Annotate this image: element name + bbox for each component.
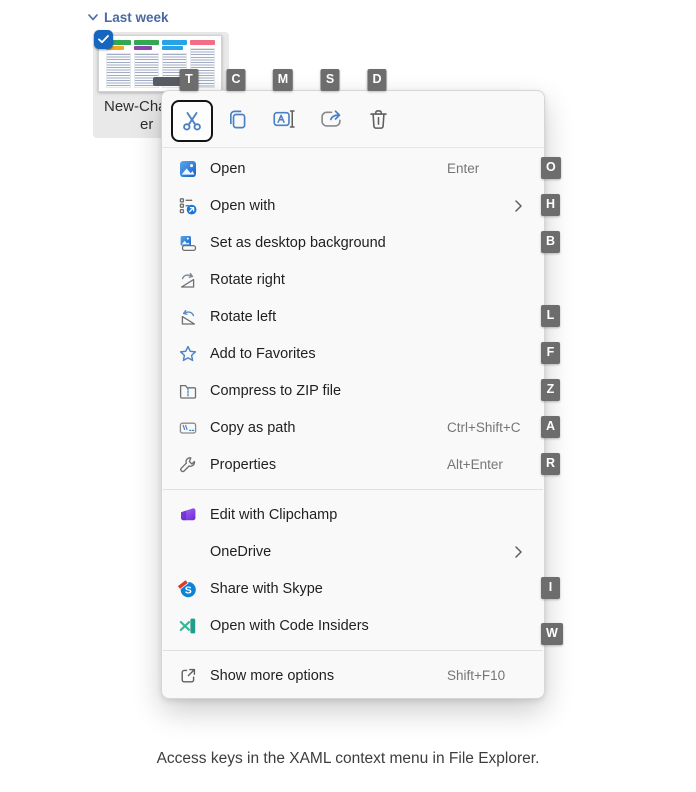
menu-item-compress-zip[interactable]: Compress to ZIP file — [162, 372, 544, 409]
group-header-label: Last week — [104, 10, 169, 25]
menu-item-rotate-left[interactable]: Rotate left — [162, 298, 544, 335]
photo-icon — [178, 159, 198, 179]
access-key-badge-R: R — [541, 453, 561, 475]
access-key-badge-W: W — [541, 623, 563, 645]
chevron-down-icon — [88, 14, 98, 21]
desktop-background-icon — [178, 233, 198, 253]
context-menu-items: Open Enter Open with Set as desktop backgro… — [162, 148, 544, 698]
file-name-line2: er — [140, 116, 154, 133]
access-key-badge-D: D — [367, 69, 387, 91]
rename-button[interactable] — [265, 100, 303, 138]
access-key-badge-L: L — [541, 305, 560, 327]
access-key-badge-A: A — [541, 416, 561, 438]
menu-item-label: Open with — [210, 197, 276, 214]
copy-icon — [225, 107, 250, 132]
menu-item-label: Edit with Clipchamp — [210, 506, 338, 523]
command-bar — [162, 91, 544, 148]
rename-icon — [271, 106, 297, 132]
file-explorer-canvas: Last week New-Cha er Open Enter Open with S… — [0, 0, 696, 792]
menu-separator — [163, 489, 543, 490]
menu-item-rotate-right[interactable]: Rotate right — [162, 261, 544, 298]
access-key-badge-Z: Z — [541, 379, 560, 401]
code-insiders-icon — [178, 616, 198, 636]
caption-text: Access keys in the XAML context menu in … — [156, 750, 540, 767]
selected-check-icon — [94, 30, 113, 49]
skype-icon: S — [178, 578, 198, 599]
access-key-badge-F: F — [541, 342, 560, 364]
share-icon — [318, 106, 344, 132]
menu-item-label: Open with Code Insiders — [210, 617, 369, 634]
menu-item-label: Open — [210, 160, 246, 177]
access-key-badge-S: S — [320, 69, 340, 91]
access-key-badge-T: T — [179, 69, 199, 91]
menu-separator — [163, 650, 543, 651]
scissors-icon — [179, 108, 205, 134]
menu-item-shortcut: Alt+Enter — [447, 457, 503, 472]
menu-item-shortcut: Enter — [447, 161, 480, 176]
menu-item-copy-as-path[interactable]: Copy as path Ctrl+Shift+C — [162, 409, 544, 446]
access-key-badge-C: C — [226, 69, 246, 91]
copy-path-icon — [178, 418, 198, 438]
menu-item-label: Rotate left — [210, 308, 277, 325]
menu-item-onedrive[interactable]: OneDrive — [162, 533, 544, 570]
star-icon — [178, 344, 198, 364]
menu-item-shortcut: Ctrl+Shift+C — [447, 420, 521, 435]
menu-item-properties[interactable]: Properties Alt+Enter — [162, 446, 544, 483]
copy-button[interactable] — [218, 100, 256, 138]
share-button[interactable] — [312, 100, 350, 138]
access-key-badge-B: B — [541, 231, 561, 253]
menu-item-label: Rotate right — [210, 271, 285, 288]
delete-button[interactable] — [359, 100, 397, 138]
clipchamp-icon — [178, 505, 198, 525]
wrench-icon — [178, 455, 198, 475]
no-icon — [178, 542, 198, 562]
submenu-chevron-icon — [514, 199, 523, 213]
menu-item-label: Properties — [210, 456, 277, 473]
zip-folder-icon — [178, 381, 198, 401]
cut-button[interactable] — [171, 100, 213, 142]
access-key-badge-O: O — [541, 157, 561, 179]
access-key-badge-H: H — [541, 194, 561, 216]
menu-item-label: Share with Skype — [210, 580, 323, 597]
menu-item-label: Set as desktop background — [210, 234, 386, 251]
rotate-right-icon — [178, 270, 198, 290]
menu-item-open-code-insiders[interactable]: Open with Code Insiders — [162, 607, 544, 644]
context-menu: Open Enter Open with Set as desktop backgro… — [161, 90, 545, 699]
file-name-line1: New-Cha — [104, 98, 167, 115]
menu-item-show-more-options[interactable]: Show more options Shift+F10 — [162, 657, 544, 694]
submenu-chevron-icon — [514, 545, 523, 559]
delete-icon — [366, 107, 391, 132]
rotate-left-icon — [178, 307, 198, 327]
menu-item-label: Compress to ZIP file — [210, 382, 342, 399]
open-with-icon — [178, 196, 198, 216]
show-more-icon — [178, 666, 198, 686]
menu-item-label: Show more options — [210, 667, 335, 684]
menu-item-shortcut: Shift+F10 — [447, 668, 506, 683]
menu-item-set-desktop-background[interactable]: Set as desktop background — [162, 224, 544, 261]
menu-item-label: Copy as path — [210, 419, 296, 436]
menu-item-edit-clipchamp[interactable]: Edit with Clipchamp — [162, 496, 544, 533]
menu-item-open[interactable]: Open Enter — [162, 150, 544, 187]
menu-item-open-with[interactable]: Open with — [162, 187, 544, 224]
group-header-last-week[interactable]: Last week — [88, 10, 169, 25]
access-key-badge-M: M — [272, 69, 294, 91]
svg-text:S: S — [185, 584, 192, 596]
menu-item-share-skype[interactable]: S Share with Skype — [162, 570, 544, 607]
menu-item-label: OneDrive — [210, 543, 272, 560]
menu-item-add-to-favorites[interactable]: Add to Favorites — [162, 335, 544, 372]
access-key-badge-I: I — [541, 577, 560, 599]
menu-item-label: Add to Favorites — [210, 345, 316, 362]
